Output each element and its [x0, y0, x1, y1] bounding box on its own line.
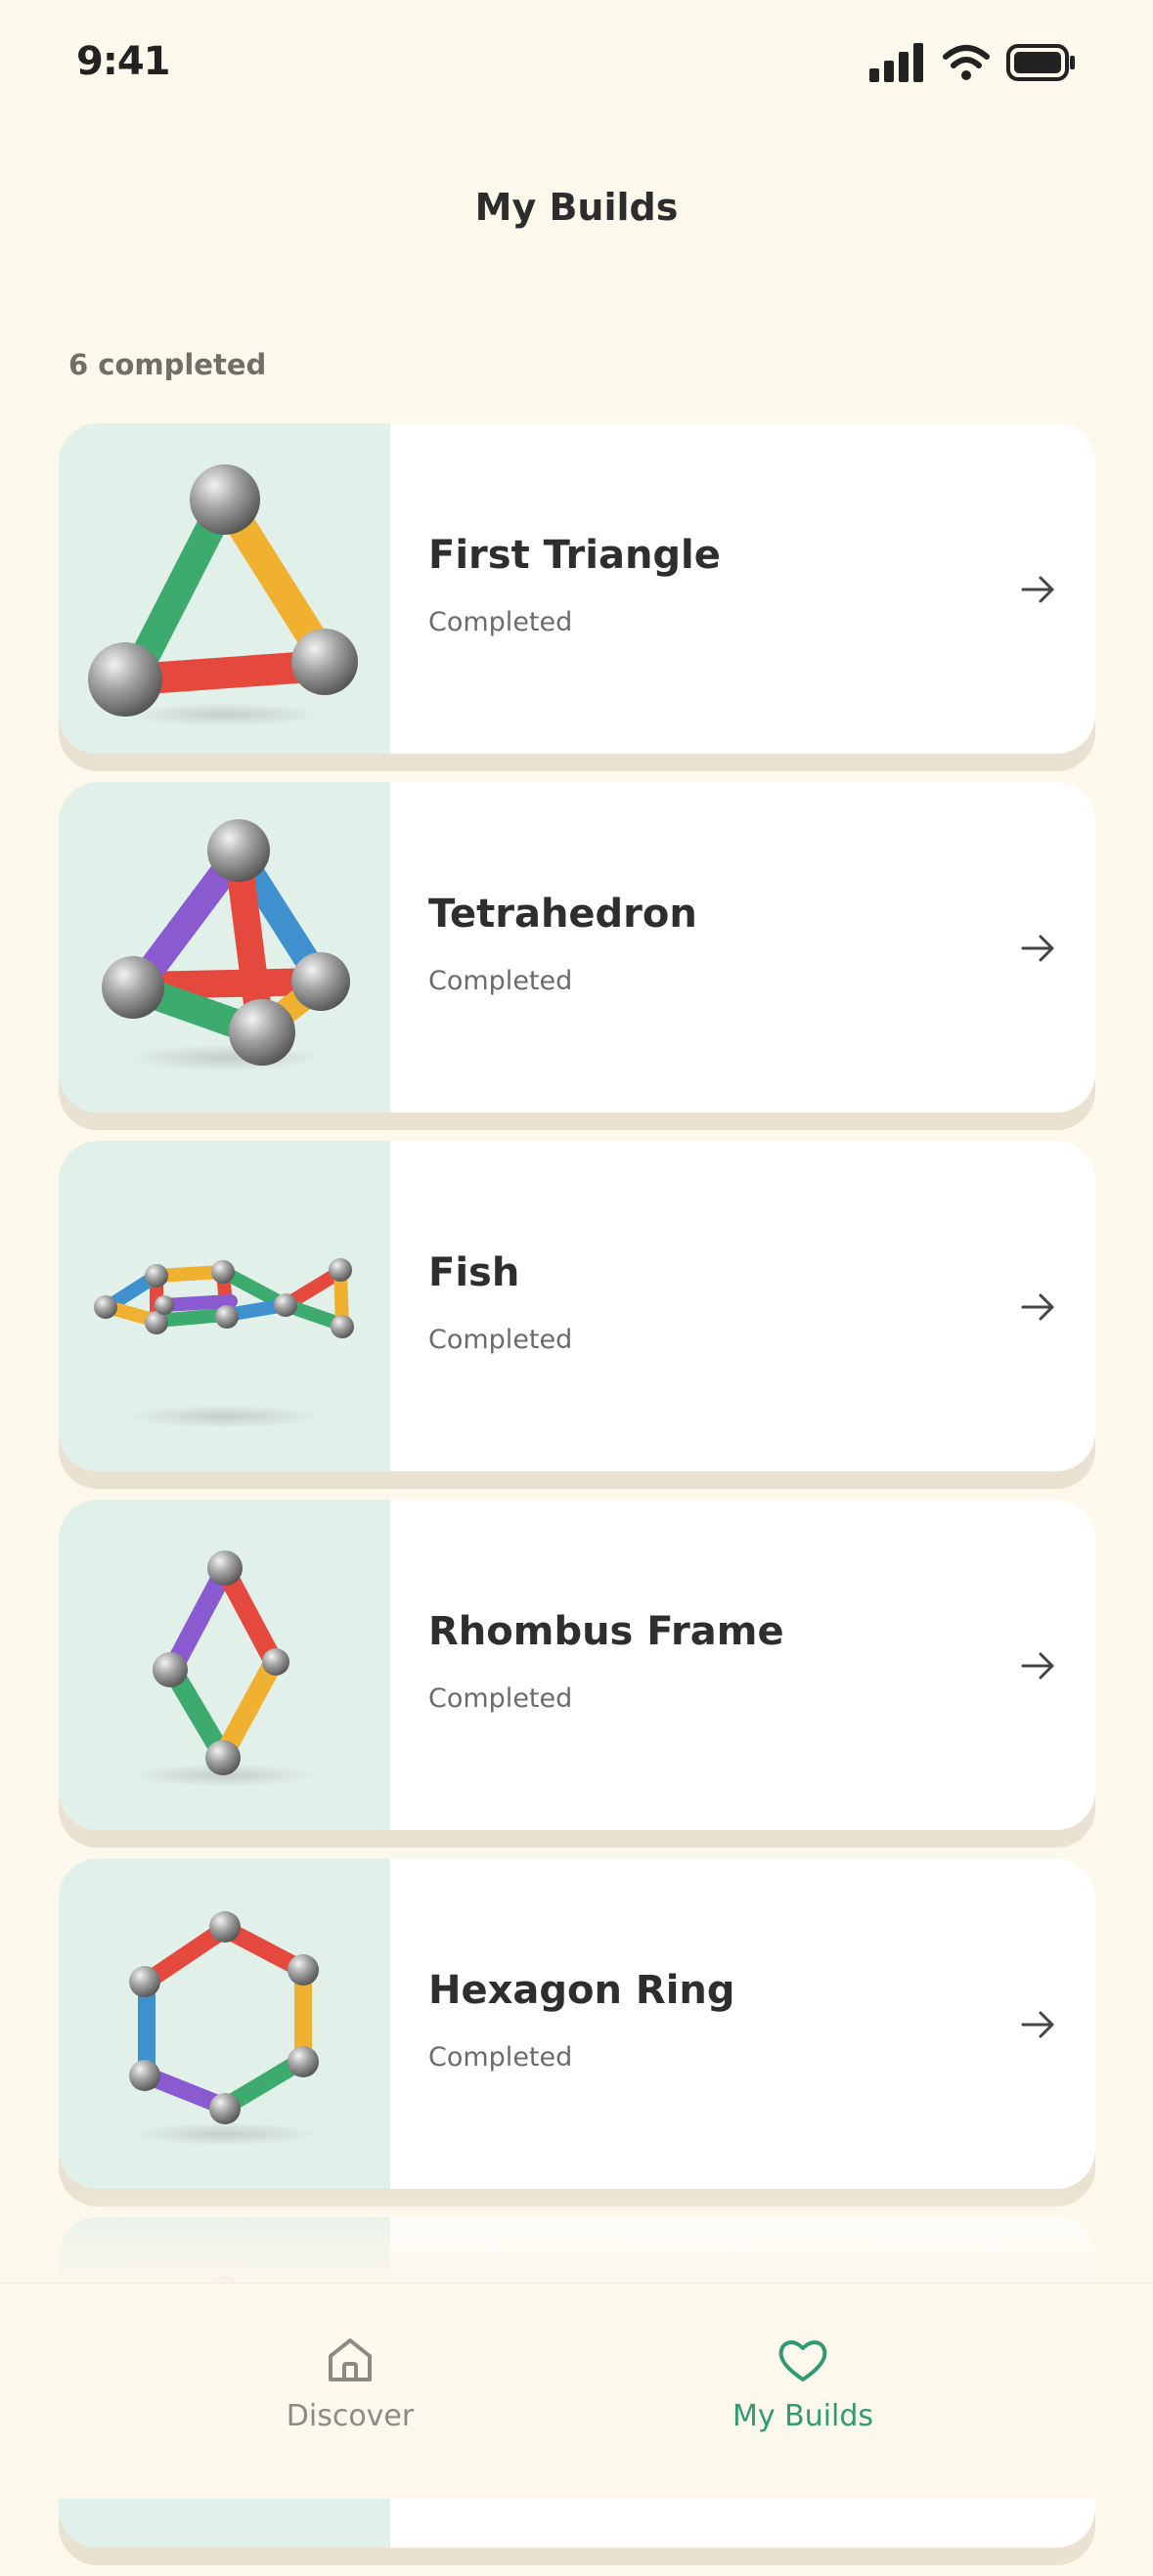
- build-title: Hexagon Ring: [428, 1968, 735, 2013]
- build-status: Completed: [428, 607, 573, 637]
- heart-icon: [778, 2340, 827, 2381]
- signal-icon: [869, 43, 923, 82]
- status-icons: [869, 43, 1077, 82]
- build-card-tetrahedron[interactable]: Tetrahedron Completed: [59, 782, 1095, 1113]
- wifi-icon: [943, 45, 990, 80]
- tab-my-builds[interactable]: My Builds: [656, 2333, 950, 2433]
- arrow-right-icon[interactable]: [1019, 1646, 1058, 1685]
- status-bar: 9:41: [0, 0, 1153, 137]
- tab-bar: Discover My Builds: [0, 2284, 1153, 2499]
- arrow-right-icon[interactable]: [1019, 2005, 1058, 2044]
- build-status: Completed: [428, 2042, 573, 2073]
- build-status: Completed: [428, 966, 573, 996]
- build-title: First Triangle: [428, 533, 721, 578]
- build-card-fish[interactable]: Fish Completed: [59, 1141, 1095, 1471]
- fish-model: [59, 1141, 390, 1471]
- build-card-rhombus-frame[interactable]: Rhombus Frame Completed: [59, 1500, 1095, 1830]
- rhombus-model: [59, 1500, 390, 1830]
- build-card-first-triangle[interactable]: First Triangle Completed: [59, 423, 1095, 754]
- tab-discover[interactable]: Discover: [203, 2333, 497, 2433]
- home-icon: [329, 2338, 372, 2381]
- build-title: Rhombus Frame: [428, 1609, 784, 1654]
- build-status: Completed: [428, 1683, 573, 1714]
- build-title: Fish: [428, 1250, 520, 1295]
- arrow-right-icon[interactable]: [1019, 1288, 1058, 1327]
- tab-label: Discover: [286, 2399, 415, 2433]
- arrow-right-icon[interactable]: [1019, 570, 1058, 609]
- build-title: Tetrahedron: [428, 892, 697, 937]
- battery-icon: [1006, 44, 1075, 81]
- tetrahedron-model: [59, 782, 390, 1113]
- hexagon-model: [59, 1858, 390, 2189]
- tab-label: My Builds: [732, 2399, 874, 2433]
- build-status: Completed: [428, 1325, 573, 1355]
- build-card-hexagon-ring[interactable]: Hexagon Ring Completed: [59, 1858, 1095, 2189]
- list-fade: [0, 2190, 1153, 2288]
- page-title: My Builds: [474, 186, 679, 229]
- triangle-model: [59, 423, 390, 754]
- arrow-right-icon[interactable]: [1019, 929, 1058, 968]
- status-time: 9:41: [76, 39, 170, 84]
- completed-count: 6 completed: [68, 348, 267, 381]
